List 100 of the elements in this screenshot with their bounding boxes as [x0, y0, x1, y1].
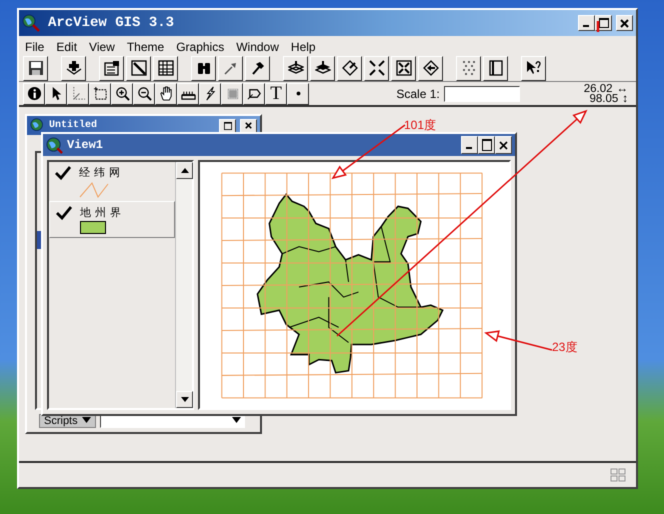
menu-item[interactable]: File [19, 36, 50, 55]
hotlink-tool[interactable] [199, 82, 221, 104]
arrows-outward-icon [396, 60, 412, 76]
scroll-down-button[interactable] [176, 391, 193, 408]
panel-icon [488, 60, 504, 76]
query-button[interactable] [245, 56, 270, 80]
hammer-icon [250, 60, 266, 76]
save-button[interactable] [23, 56, 48, 80]
theme-entry[interactable]: 地州界 [49, 200, 175, 238]
find-button[interactable] [191, 56, 216, 80]
scale-label: Scale 1: [396, 86, 440, 102]
coordinate-value: 98.05 [589, 94, 618, 104]
scroll-up-button[interactable] [176, 162, 193, 179]
select-none-button[interactable] [456, 56, 481, 80]
zoom-previous-button[interactable] [418, 56, 443, 80]
pointer-tool[interactable] [45, 82, 67, 104]
menu-item[interactable]: Theme [120, 36, 170, 55]
zoom-in-tool[interactable] [111, 82, 133, 104]
menu-item[interactable]: Help [284, 36, 322, 55]
close-icon [245, 122, 252, 129]
annotation-mark [596, 21, 600, 32]
scale-input-field[interactable] [444, 86, 520, 102]
add-theme-button[interactable] [61, 56, 86, 80]
table-icon [104, 60, 120, 76]
close-button[interactable] [495, 136, 512, 154]
annotation-label: 101度 [404, 118, 436, 132]
zoom-in-icon [114, 86, 130, 101]
layout-button[interactable] [483, 56, 508, 80]
locate-button[interactable] [218, 56, 243, 80]
dotted-grid-icon [460, 60, 476, 76]
maximize-button[interactable] [478, 136, 495, 154]
hand-icon [158, 86, 174, 101]
minimize-button[interactable] [578, 15, 595, 31]
help-button[interactable] [521, 56, 546, 80]
coordinate-value: 26.02 [584, 84, 612, 94]
edit-legend-button[interactable] [126, 56, 151, 80]
theme-entry[interactable]: 经纬网 [49, 162, 175, 200]
window-title: ArcView GIS 3.3 [48, 14, 176, 32]
text-tool[interactable]: T [265, 82, 287, 104]
theme-name: 经纬网 [79, 166, 124, 181]
down-arrow-icon [180, 397, 188, 402]
zoom-selected-button[interactable] [337, 56, 362, 80]
up-arrow-icon [180, 168, 188, 173]
globe-icon [30, 118, 45, 133]
zoom-full-button[interactable] [283, 56, 308, 80]
theme-name: 地州界 [80, 206, 125, 220]
area-select-tool[interactable] [221, 82, 243, 104]
zoom-out-tool[interactable] [133, 82, 155, 104]
label-tool[interactable] [243, 82, 265, 104]
menu-item[interactable]: View [83, 36, 121, 55]
arrows-inward-icon [368, 60, 384, 76]
coordinate-arrow: ↕ [622, 94, 628, 104]
dropdown-arrow-icon [232, 417, 241, 424]
diamond-arrow-icon [422, 60, 438, 76]
pencil-icon [130, 60, 146, 76]
help-pointer-icon [526, 60, 542, 76]
coordinate-arrow: ↔ [616, 84, 628, 94]
app-globe-icon [22, 14, 40, 32]
close-icon [499, 140, 508, 150]
checkbox-icon[interactable] [56, 206, 72, 220]
zoom-in-fixed-button[interactable] [364, 56, 389, 80]
view-title: View1 [67, 137, 104, 154]
plus-icon [66, 60, 82, 76]
zoom-active-button[interactable] [310, 56, 335, 80]
dashed-rectangle-icon [92, 86, 108, 101]
select-feature-tool[interactable] [89, 82, 111, 104]
close-icon [620, 18, 629, 28]
info-icon [26, 86, 42, 101]
grid-icon [158, 60, 174, 76]
menu-item[interactable]: Edit [50, 36, 84, 55]
vertex-edit-tool[interactable] [67, 82, 89, 104]
open-table-button[interactable] [153, 56, 178, 80]
maximize-button[interactable] [219, 118, 236, 132]
diamond-arrow-icon [342, 60, 358, 76]
close-button[interactable] [240, 118, 257, 132]
theme-properties-button[interactable] [99, 56, 124, 80]
close-button[interactable] [616, 15, 633, 31]
measure-tool[interactable] [177, 82, 199, 104]
minimize-button[interactable] [461, 136, 478, 154]
maximize-icon [598, 18, 608, 28]
identify-tool[interactable] [23, 82, 45, 104]
point-tool[interactable] [287, 82, 309, 104]
checkbox-icon[interactable] [55, 166, 71, 180]
maximize-icon [482, 139, 492, 151]
menu-item[interactable]: Window [230, 36, 285, 55]
menu-item[interactable]: Graphics [170, 36, 230, 55]
layers-icon [288, 60, 304, 76]
zoom-out-icon [136, 86, 152, 101]
project-title: Untitled [49, 118, 98, 133]
scrollbar[interactable] [175, 162, 192, 408]
dropdown-arrow-icon [82, 417, 91, 424]
resize-grip-icon [610, 468, 626, 482]
annotation-label: 23度 [552, 340, 578, 354]
globe-icon [46, 136, 63, 154]
vertex-icon [70, 86, 86, 101]
pan-tool[interactable] [155, 82, 177, 104]
zoom-out-fixed-button[interactable] [391, 56, 416, 80]
maximize-icon [224, 122, 232, 130]
layers-icon [314, 60, 330, 76]
tag-icon [246, 86, 262, 101]
